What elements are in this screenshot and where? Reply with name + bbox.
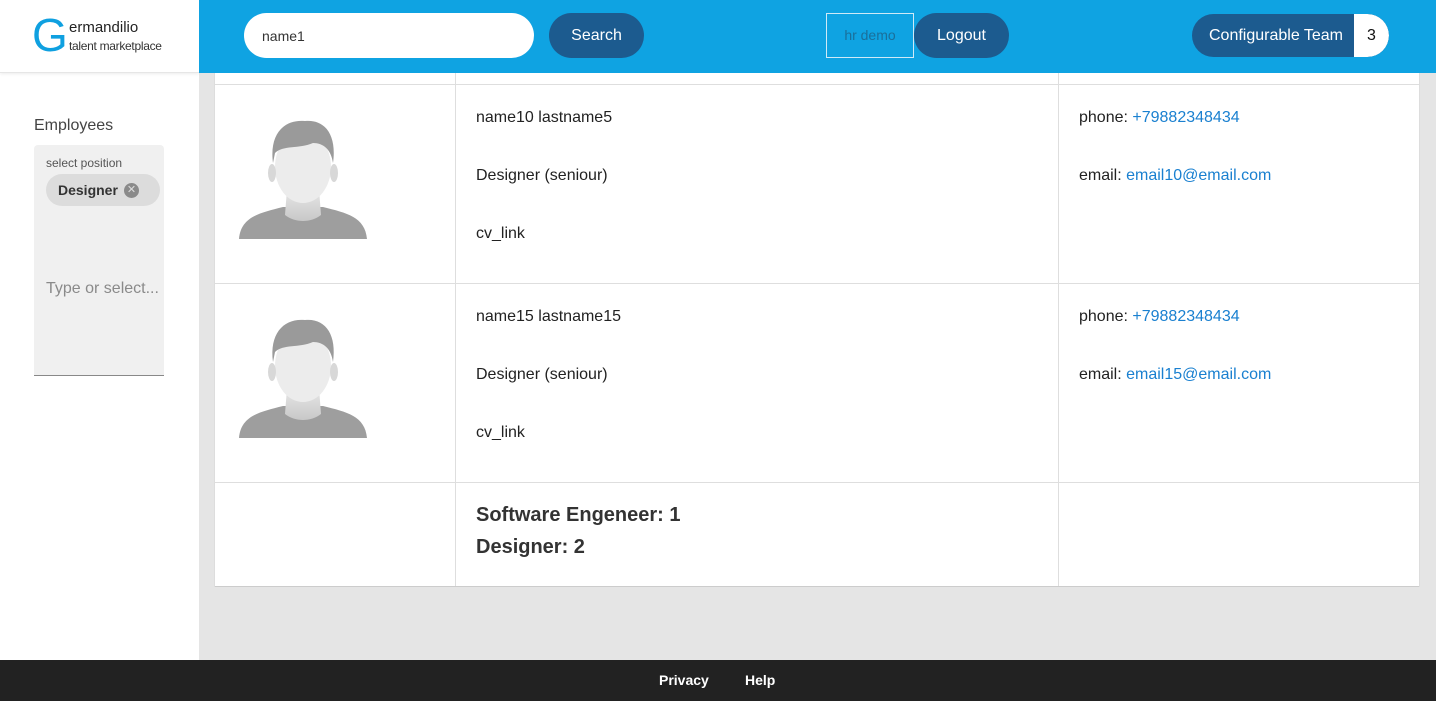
position-chip[interactable]: Designer ✕ [46, 174, 160, 206]
employee-table: name10 lastname5 Designer (seniour) cv_l… [214, 73, 1420, 587]
search-button[interactable]: Search [549, 13, 644, 58]
top-bar: Search hr demo Logout Configurable Team … [199, 0, 1436, 73]
avatar-icon [239, 319, 367, 438]
phone-link[interactable]: +79882348434 [1132, 109, 1239, 126]
email-label: email: [1079, 167, 1127, 184]
table-row [215, 73, 1419, 85]
email-line: email: email15@email.com [1079, 366, 1271, 384]
search-input[interactable] [244, 13, 534, 58]
remove-chip-icon[interactable]: ✕ [124, 183, 139, 198]
logout-button[interactable]: Logout [914, 13, 1009, 58]
cv-link[interactable]: cv_link [476, 225, 525, 243]
phone-label: phone: [1079, 109, 1133, 126]
hr-field[interactable]: hr demo [826, 13, 914, 58]
chip-label: Designer [58, 182, 118, 198]
summary-line: Software Engeneer: 1 [476, 504, 681, 526]
email-link[interactable]: email15@email.com [1126, 366, 1271, 383]
employee-position: Designer (seniour) [476, 167, 608, 184]
table-row: name15 lastname15 Designer (seniour) cv_… [215, 284, 1419, 483]
footer: Privacy Help [0, 660, 1436, 701]
team-count-badge: 3 [1354, 14, 1389, 57]
logo-brand: ermandilio [69, 19, 139, 36]
summary-row: Software Engeneer: 1 Designer: 2 [215, 483, 1419, 587]
phone-line: phone: +79882348434 [1079, 308, 1240, 326]
phone-line: phone: +79882348434 [1079, 109, 1240, 127]
avatar-icon [239, 120, 367, 239]
email-line: email: email10@email.com [1079, 167, 1271, 185]
help-link[interactable]: Help [745, 660, 775, 701]
logo-letter: G [32, 9, 68, 61]
filter-input[interactable]: Type or select... [46, 280, 159, 298]
employee-name: name10 lastname5 [476, 109, 613, 126]
position-filter[interactable]: select position Designer ✕ Type or selec… [34, 145, 164, 376]
filter-label: select position [46, 156, 123, 170]
phone-label: phone: [1079, 308, 1133, 325]
table-row: name10 lastname5 Designer (seniour) cv_l… [215, 85, 1419, 284]
sidebar-title: Employees [34, 117, 114, 134]
employee-name: name15 lastname15 [476, 308, 621, 325]
email-label: email: [1079, 366, 1127, 383]
sidebar: G ermandilio talent marketplace Employee… [0, 0, 199, 660]
phone-link[interactable]: +79882348434 [1132, 308, 1239, 325]
logo-tagline: talent marketplace [69, 39, 162, 53]
logo[interactable]: G ermandilio talent marketplace [0, 0, 199, 73]
employee-position: Designer (seniour) [476, 366, 608, 383]
cv-link[interactable]: cv_link [476, 424, 525, 442]
email-link[interactable]: email10@email.com [1126, 167, 1271, 184]
configurable-team-button[interactable]: Configurable Team 3 [1192, 14, 1389, 57]
privacy-link[interactable]: Privacy [659, 660, 709, 701]
team-label: Configurable Team [1209, 27, 1344, 44]
summary-line: Designer: 2 [476, 536, 585, 558]
